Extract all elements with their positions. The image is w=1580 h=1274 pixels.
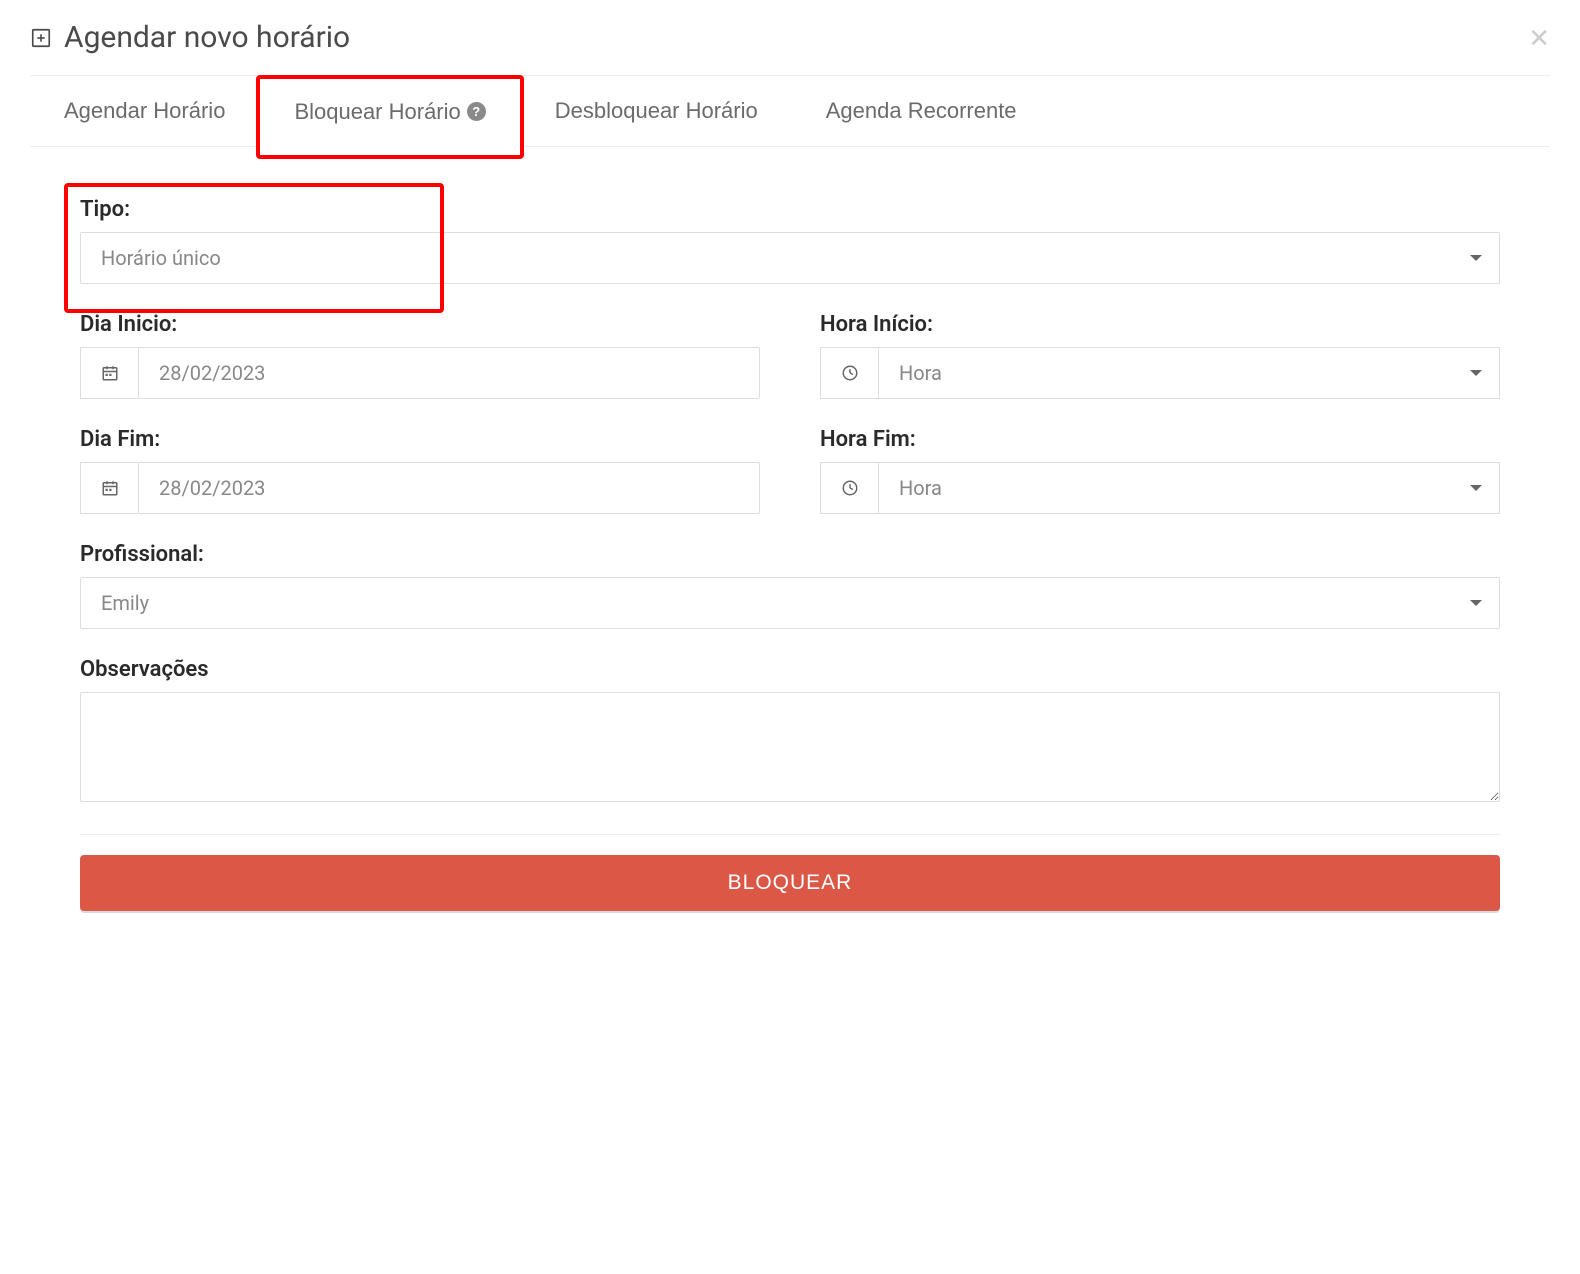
tab-label: Desbloquear Horário	[555, 98, 758, 124]
dia-fim-input[interactable]	[138, 462, 760, 514]
dia-inicio-input[interactable]	[138, 347, 760, 399]
calendar-icon	[80, 347, 138, 399]
tab-bloquear-horario[interactable]: Bloquear Horário ?	[259, 76, 520, 147]
close-button[interactable]: ✕	[1528, 25, 1550, 51]
tab-agendar-horario[interactable]: Agendar Horário	[30, 76, 259, 146]
hora-inicio-label: Hora Início:	[820, 312, 1500, 337]
divider	[80, 834, 1500, 835]
tipo-select[interactable]: Horário único	[80, 232, 1500, 284]
close-icon: ✕	[1528, 23, 1550, 53]
tab-agenda-recorrente[interactable]: Agenda Recorrente	[792, 76, 1051, 146]
tab-desbloquear-horario[interactable]: Desbloquear Horário	[521, 76, 792, 146]
tab-label: Agenda Recorrente	[826, 98, 1017, 124]
calendar-icon	[80, 462, 138, 514]
plus-square-icon	[30, 27, 52, 49]
dia-fim-label: Dia Fim:	[80, 427, 760, 452]
hora-fim-select[interactable]: Hora	[878, 462, 1500, 514]
button-label: BLOQUEAR	[728, 871, 853, 894]
clock-icon	[820, 347, 878, 399]
profissional-label: Profissional:	[80, 542, 1500, 567]
help-icon[interactable]: ?	[467, 102, 486, 121]
tipo-label: Tipo:	[80, 197, 1500, 222]
modal-title-text: Agendar novo horário	[64, 20, 350, 55]
profissional-select[interactable]: Emily	[80, 577, 1500, 629]
tab-label: Bloquear Horário	[294, 99, 460, 125]
observacoes-label: Observações	[80, 657, 1500, 682]
hora-inicio-select[interactable]: Hora	[878, 347, 1500, 399]
bloquear-button[interactable]: BLOQUEAR	[80, 855, 1500, 911]
observacoes-textarea[interactable]	[80, 692, 1500, 802]
tabs-nav: Agendar Horário Bloquear Horário ? Desbl…	[30, 75, 1550, 147]
modal-title: Agendar novo horário	[30, 20, 350, 55]
dia-inicio-label: Dia Inicio:	[80, 312, 760, 337]
clock-icon	[820, 462, 878, 514]
tab-label: Agendar Horário	[64, 98, 225, 124]
hora-fim-label: Hora Fim:	[820, 427, 1500, 452]
